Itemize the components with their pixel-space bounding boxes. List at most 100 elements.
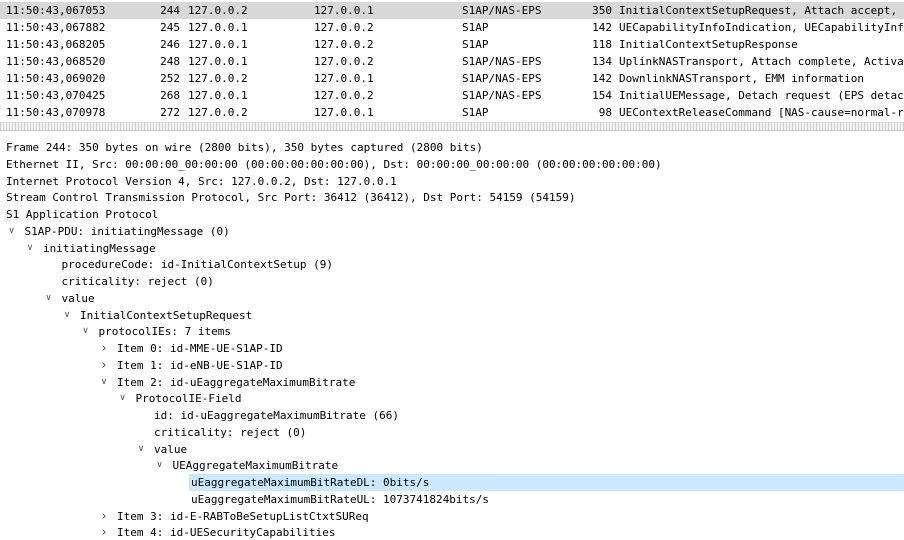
packet-cell-proto: S1AP/NAS-EPS: [462, 72, 542, 85]
tree-node[interactable]: criticality: reject (0): [0, 273, 904, 290]
tree-node[interactable]: › Item 1: id-eNB-UE-S1AP-ID: [0, 357, 904, 374]
tree-node-label: uEaggregateMaximumBitRateDL: 0bits/s: [191, 476, 430, 489]
packet-cell-dst: 127.0.0.2: [314, 21, 374, 34]
tree-node-label: Internet Protocol Version 4, Src: 127.0.…: [6, 174, 397, 188]
tree-node-label: initiatingMessage: [43, 241, 156, 255]
packet-cell-info: InitialUEMessage, Detach request (EPS de…: [619, 89, 904, 102]
tree-node[interactable]: ∨ Item 2: id-uEaggregateMaximumBitrate: [0, 374, 904, 391]
chevron-down-icon[interactable]: ∨: [135, 441, 147, 458]
tree-node-label-wrap: Item 4: id-UESecurityCapabilities: [115, 524, 904, 540]
packet-row[interactable]: 11:50:43,070978 272 127.0.0.2 127.0.0.1 S1AP…: [0, 104, 904, 118]
packet-cell-dst: 127.0.0.2: [314, 55, 374, 68]
tree-node-label-wrap: Item 0: id-MME-UE-S1AP-ID: [115, 340, 904, 357]
tree-node-label-wrap: criticality: reject (0): [152, 424, 904, 441]
chevron-right-icon[interactable]: ›: [98, 357, 110, 374]
tree-node-label: Ethernet II, Src: 00:00:00_00:00:00 (00:…: [6, 157, 662, 171]
packet-cell-time: 11:50:43,070978: [6, 106, 106, 118]
packet-cell-len: 98: [598, 106, 612, 118]
packet-row[interactable]: 11:50:43,068520 248 127.0.0.1 127.0.0.2 S1AP…: [0, 53, 904, 70]
tree-node-label-wrap: uEaggregateMaximumBitRateDL: 0bits/s: [189, 474, 904, 491]
chevron-right-icon[interactable]: ›: [98, 508, 110, 525]
packet-cell-info: UECapabilityInfoIndication, UECapability…: [619, 21, 904, 34]
chevron-down-icon[interactable]: ∨: [6, 223, 18, 240]
packet-cell-no: 248: [160, 55, 180, 68]
tree-node-label-wrap: Frame 244: 350 bytes on wire (2800 bits)…: [4, 139, 904, 156]
tree-node[interactable]: procedureCode: id-InitialContextSetup (9…: [0, 256, 904, 273]
chevron-right-icon[interactable]: ›: [98, 524, 110, 540]
packet-cell-src: 127.0.0.2: [188, 72, 248, 85]
packet-cell-no: 272: [160, 106, 180, 118]
tree-node[interactable]: ∨ value: [0, 290, 904, 307]
packet-cell-src: 127.0.0.1: [188, 89, 248, 102]
chevron-down-icon[interactable]: ∨: [154, 457, 166, 474]
chevron-down-icon[interactable]: ∨: [24, 240, 36, 257]
chevron-down-icon[interactable]: ∨: [117, 390, 129, 407]
packet-row[interactable]: 11:50:43,069020 252 127.0.0.2 127.0.0.1 S1AP…: [0, 70, 904, 87]
tree-node-label-wrap: InitialContextSetupRequest: [78, 307, 904, 324]
tree-node[interactable]: Ethernet II, Src: 00:00:00_00:00:00 (00:…: [0, 156, 904, 173]
tree-node[interactable]: ∨ ProtocolIE-Field: [0, 390, 904, 407]
tree-node-label-wrap: value: [60, 290, 904, 307]
tree-node[interactable]: ∨ UEAggregateMaximumBitrate: [0, 457, 904, 474]
packet-cell-len: 118: [592, 38, 612, 51]
packet-cell-info: InitialContextSetupResponse: [619, 38, 798, 51]
tree-node-label-wrap: Item 2: id-uEaggregateMaximumBitrate: [115, 374, 904, 391]
tree-node-label: S1AP-PDU: initiatingMessage (0): [24, 224, 230, 238]
chevron-down-icon[interactable]: ∨: [43, 290, 55, 307]
packet-row[interactable]: 11:50:43,067882 245 127.0.0.1 127.0.0.2 S1AP…: [0, 19, 904, 36]
tree-node-label-wrap: Stream Control Transmission Protocol, Sr…: [4, 189, 904, 206]
tree-node-label: protocolIEs: 7 items: [98, 325, 231, 339]
tree-node-label: Item 4: id-UESecurityCapabilities: [117, 526, 336, 540]
tree-node[interactable]: ∨ protocolIEs: 7 items: [0, 323, 904, 340]
packet-cell-time: 11:50:43,067882: [6, 21, 106, 34]
tree-node[interactable]: › Item 3: id-E-RABToBeSetupListCtxtSUReq: [0, 508, 904, 525]
tree-node-label-wrap: ProtocolIE-Field: [134, 390, 904, 407]
tree-node[interactable]: criticality: reject (0): [0, 424, 904, 441]
tree-node[interactable]: ∨ value: [0, 441, 904, 458]
packet-cell-info: UplinkNASTransport, Attach complete, Act…: [619, 55, 904, 68]
tree-node-label: procedureCode: id-InitialContextSetup (9…: [61, 258, 334, 272]
pane-splitter[interactable]: [0, 122, 904, 131]
tree-node-label: Item 2: id-uEaggregateMaximumBitrate: [117, 375, 356, 389]
chevron-down-icon[interactable]: ∨: [98, 374, 110, 391]
tree-node[interactable]: Internet Protocol Version 4, Src: 127.0.…: [0, 173, 904, 190]
chevron-right-icon[interactable]: ›: [98, 340, 110, 357]
packet-cell-time: 11:50:43,069020: [6, 72, 106, 85]
chevron-down-icon[interactable]: ∨: [80, 323, 92, 340]
tree-node[interactable]: Stream Control Transmission Protocol, Sr…: [0, 189, 904, 206]
packet-cell-len: 134: [592, 55, 612, 68]
chevron-down-icon[interactable]: ∨: [61, 307, 73, 324]
tree-node-label: value: [154, 442, 188, 456]
packet-row[interactable]: 11:50:43,068205 246 127.0.0.1 127.0.0.2 S1AP…: [0, 36, 904, 53]
packet-cell-len: 154: [592, 89, 612, 102]
tree-node[interactable]: ∨ S1AP-PDU: initiatingMessage (0): [0, 223, 904, 240]
tree-node[interactable]: › Item 0: id-MME-UE-S1AP-ID: [0, 340, 904, 357]
packet-cell-dst: 127.0.0.1: [314, 106, 374, 118]
tree-node[interactable]: › Item 4: id-UESecurityCapabilities: [0, 524, 904, 540]
tree-node[interactable]: ∨ initiatingMessage: [0, 240, 904, 257]
packet-row[interactable]: 11:50:43,070425 268 127.0.0.1 127.0.0.2 S1AP…: [0, 87, 904, 104]
tree-node-label-wrap: S1 Application Protocol: [4, 206, 904, 223]
packet-list: 11:50:43,067053 244 127.0.0.2 127.0.0.1 S1AP…: [0, 0, 904, 118]
tree-node-label-wrap: value: [152, 441, 904, 458]
tree-node-label-wrap: UEAggregateMaximumBitrate: [171, 457, 904, 474]
tree-node-label: uEaggregateMaximumBitRateUL: 1073741824b…: [191, 492, 490, 506]
tree-node-label-wrap: procedureCode: id-InitialContextSetup (9…: [60, 256, 904, 273]
tree-node-label: Item 0: id-MME-UE-S1AP-ID: [117, 342, 283, 355]
packet-cell-dst: 127.0.0.2: [314, 38, 374, 51]
tree-node[interactable]: ∨ InitialContextSetupRequest: [0, 307, 904, 324]
tree-node-label: UEAggregateMaximumBitrate: [172, 459, 339, 473]
tree-node-label-wrap: criticality: reject (0): [60, 273, 904, 290]
tree-node[interactable]: uEaggregateMaximumBitRateUL: 1073741824b…: [0, 491, 904, 508]
packet-cell-proto: S1AP: [462, 106, 489, 118]
tree-node[interactable]: uEaggregateMaximumBitRateDL: 0bits/s: [0, 474, 904, 491]
tree-node-label-wrap: Internet Protocol Version 4, Src: 127.0.…: [4, 173, 904, 190]
tree-node[interactable]: S1 Application Protocol: [0, 206, 904, 223]
tree-node-label: S1 Application Protocol: [6, 208, 159, 221]
tree-node[interactable]: id: id-uEaggregateMaximumBitrate (66): [0, 407, 904, 424]
tree-node[interactable]: Frame 244: 350 bytes on wire (2800 bits)…: [0, 139, 904, 156]
tree-node-label: criticality: reject (0): [154, 425, 307, 439]
packet-cell-dst: 127.0.0.1: [314, 4, 374, 17]
tree-node-label-wrap: initiatingMessage: [41, 240, 904, 257]
packet-row[interactable]: 11:50:43,067053 244 127.0.0.2 127.0.0.1 S1AP…: [0, 2, 904, 19]
